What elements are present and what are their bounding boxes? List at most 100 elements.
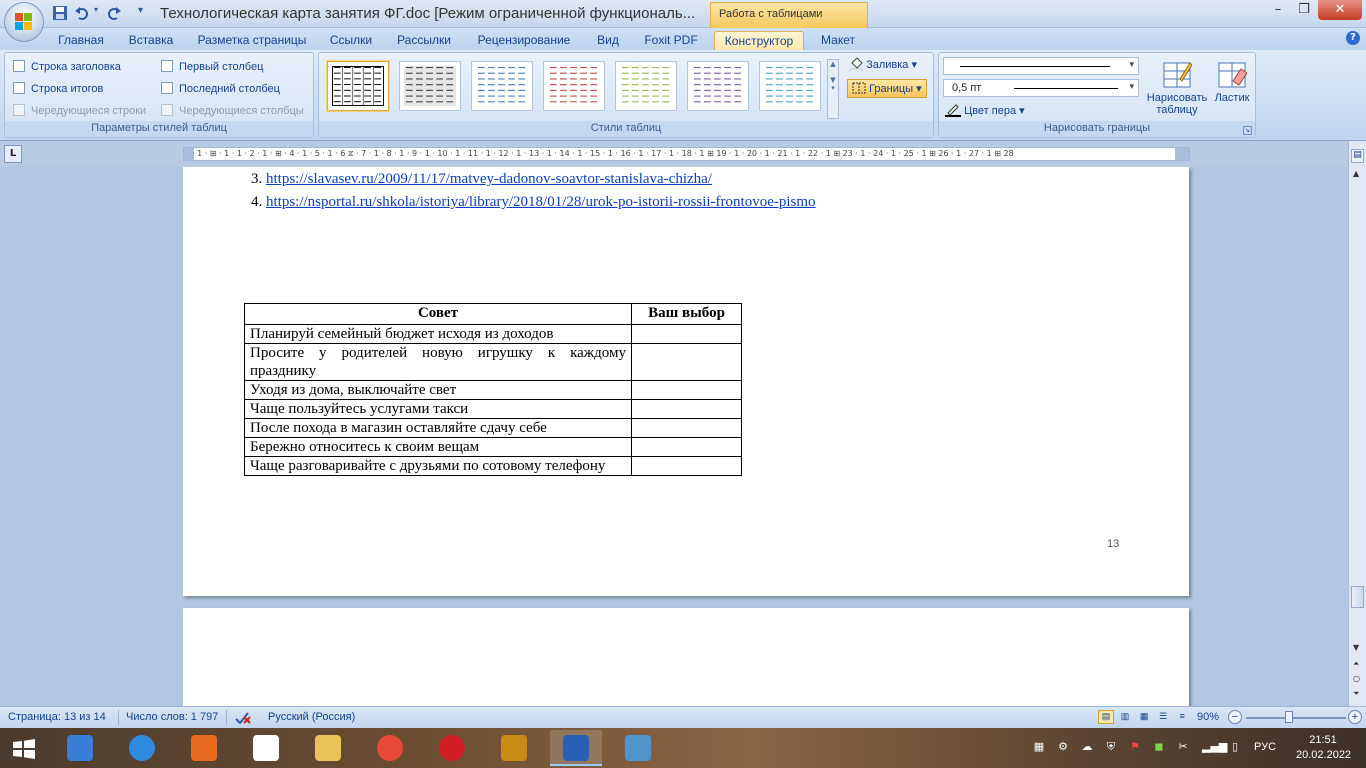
advice-cell[interactable]: После похода в магазин оставляйте сдачу … — [244, 418, 632, 438]
table-style-thumbnail[interactable] — [543, 61, 605, 111]
table-style-thumbnail[interactable] — [759, 61, 821, 111]
minimize-button[interactable]: – — [1264, 0, 1292, 20]
redo-icon[interactable] — [106, 5, 124, 23]
tab-view[interactable]: Вид — [588, 31, 628, 50]
last-column-checkbox[interactable]: Последний столбец — [161, 81, 280, 97]
tab-references[interactable]: Ссылки — [322, 31, 380, 50]
choice-cell[interactable] — [631, 399, 742, 419]
eraser-button[interactable]: Ластик — [1211, 59, 1253, 104]
choice-cell[interactable] — [631, 456, 742, 476]
view-buttons[interactable]: ▤ ▥ ▦ ☰ ≡ — [1098, 710, 1190, 725]
tab-review[interactable]: Рецензирование — [468, 31, 580, 50]
choice-cell[interactable] — [631, 343, 742, 381]
taskbar-app-media-player[interactable] — [178, 730, 230, 766]
scroll-thumb[interactable] — [1351, 586, 1364, 608]
choice-cell[interactable] — [631, 380, 742, 400]
table-style-thumbnail[interactable] — [327, 61, 389, 111]
advice-cell[interactable]: Уходя из дома, выключайте свет — [244, 380, 632, 400]
previous-page-icon[interactable]: ⏶ — [1353, 659, 1359, 669]
taskbar-app-chrome[interactable] — [364, 730, 416, 766]
table-style-thumbnail[interactable] — [615, 61, 677, 111]
zoom-out-icon[interactable]: − — [1228, 710, 1242, 724]
zoom-slider-thumb[interactable] — [1285, 711, 1293, 723]
reference-link[interactable]: https://nsportal.ru/shkola/istoriya/libr… — [266, 194, 816, 210]
taskbar-app-yandex-browser[interactable] — [240, 730, 292, 766]
nvidia-tray-icon[interactable]: ◼ — [1152, 740, 1166, 754]
taskbar-app-internet-explorer[interactable] — [116, 730, 168, 766]
tab-insert[interactable]: Вставка — [120, 31, 182, 50]
battery-tray-icon[interactable]: ▯ — [1228, 740, 1242, 754]
taskbar-app-pdf-reader[interactable] — [488, 730, 540, 766]
choice-cell[interactable] — [631, 418, 742, 438]
next-page-icon[interactable]: ⏷ — [1353, 689, 1359, 699]
zoom-slider[interactable] — [1246, 717, 1346, 719]
language-indicator[interactable]: Русский (Россия) — [268, 711, 355, 723]
signal-tray-icon[interactable]: ▂▄▆ — [1202, 740, 1227, 754]
column-header-advice[interactable]: Совет — [244, 303, 632, 325]
zoom-level[interactable]: 90% — [1197, 711, 1219, 723]
advice-cell[interactable]: Просите у родителей новую игрушку к кажд… — [244, 343, 632, 381]
tab-selector[interactable]: L — [4, 145, 22, 163]
dialog-launcher-icon[interactable]: ↘ — [1243, 126, 1252, 135]
first-column-checkbox[interactable]: Первый столбец — [161, 59, 263, 75]
tab-page-layout[interactable]: Разметка страницы — [188, 31, 316, 50]
advice-cell[interactable]: Чаще пользуйтесь услугами такси — [244, 399, 632, 419]
view-ruler-icon[interactable]: ▤ — [1351, 149, 1364, 163]
vertical-scrollbar[interactable]: ▤ ▲ ▼ ⏶ ○ ⏷ — [1348, 141, 1366, 706]
reference-link[interactable]: https://slavasev.ru/2009/11/17/matvey-da… — [266, 171, 712, 187]
scroll-down-icon[interactable]: ▼ — [1353, 643, 1359, 652]
table-style-thumbnail[interactable] — [471, 61, 533, 111]
table-style-thumbnail[interactable] — [687, 61, 749, 111]
banded-columns-checkbox[interactable]: Чередующиеся столбцы — [161, 103, 304, 119]
help-icon[interactable]: ? — [1346, 31, 1360, 45]
undo-icon[interactable] — [74, 5, 92, 23]
tab-mailings[interactable]: Рассылки — [388, 31, 460, 50]
taskbar-app-image-viewer[interactable] — [612, 730, 664, 766]
network-tray-icon[interactable]: ⚙ — [1056, 740, 1070, 754]
header-row-checkbox[interactable]: Строка заголовка — [13, 59, 121, 75]
gallery-scroll[interactable]: ▲ ▼ ▾ — [827, 59, 839, 119]
flag-tray-icon[interactable]: ⚑ — [1128, 740, 1142, 754]
table-style-thumbnail[interactable] — [399, 61, 461, 111]
tab-design[interactable]: Конструктор — [714, 31, 804, 50]
security-tray-icon[interactable]: ⛨ — [1104, 740, 1118, 754]
word-count[interactable]: Число слов: 1 797 — [126, 711, 218, 723]
advice-table[interactable]: Совет Ваш выбор Планируй семейный бюджет… — [244, 303, 742, 476]
draw-table-button[interactable]: Нарисовать таблицу — [1145, 59, 1209, 116]
onedrive-tray-icon[interactable]: ☁ — [1080, 740, 1094, 754]
horizontal-ruler[interactable]: · 1 · ⊞ · 1 · 1 · 2 · 1 · ⊞ · 4 · 1 · 5 … — [183, 147, 1190, 161]
banded-rows-checkbox[interactable]: Чередующиеся строки — [13, 103, 146, 119]
taskbar-app-word[interactable] — [550, 730, 602, 766]
advice-cell[interactable]: Бережно относитесь к своим вещам — [244, 437, 632, 457]
advice-cell[interactable]: Планируй семейный бюджет исходя из доход… — [244, 324, 632, 344]
taskbar-app-opera[interactable] — [426, 730, 478, 766]
taskbar-app-speaker[interactable] — [54, 730, 106, 766]
column-header-choice[interactable]: Ваш выбор — [631, 303, 742, 325]
zoom-in-icon[interactable]: + — [1348, 710, 1362, 724]
tab-foxit-pdf[interactable]: Foxit PDF — [636, 31, 706, 50]
tab-home[interactable]: Главная — [48, 31, 114, 50]
tab-layout[interactable]: Макет — [810, 31, 866, 50]
taskbar-app-file-explorer[interactable] — [302, 730, 354, 766]
clock[interactable]: 21:51 20.02.2022 — [1296, 733, 1351, 763]
restore-button[interactable]: ❐ — [1290, 0, 1318, 20]
pen-color-button[interactable]: Цвет пера ▾ — [945, 103, 1025, 117]
start-windows-icon[interactable] — [12, 738, 36, 760]
scroll-up-icon[interactable]: ▲ — [1353, 169, 1359, 178]
advice-cell[interactable]: Чаще разговаривайте с друзьями по сотово… — [244, 456, 632, 476]
page-indicator[interactable]: Страница: 13 из 14 — [8, 711, 106, 723]
close-button[interactable]: ✕ — [1318, 0, 1362, 20]
input-language[interactable]: РУС — [1254, 741, 1276, 753]
spelling-check-icon[interactable] — [234, 711, 252, 728]
line-style-dropdown[interactable]: ▾ — [943, 57, 1139, 75]
keyboard-tray-icon[interactable]: ▦ — [1032, 740, 1046, 754]
borders-button[interactable]: Границы ▾ — [847, 79, 927, 98]
save-icon[interactable] — [52, 5, 70, 23]
office-button[interactable] — [4, 2, 44, 42]
tools-tray-icon[interactable]: ✂ — [1176, 740, 1190, 754]
choice-cell[interactable] — [631, 437, 742, 457]
total-row-checkbox[interactable]: Строка итогов — [13, 81, 103, 97]
choice-cell[interactable] — [631, 324, 742, 344]
select-browse-object-icon[interactable]: ○ — [1353, 674, 1360, 683]
line-weight-dropdown[interactable]: 0,5 пт ▾ — [943, 79, 1139, 97]
